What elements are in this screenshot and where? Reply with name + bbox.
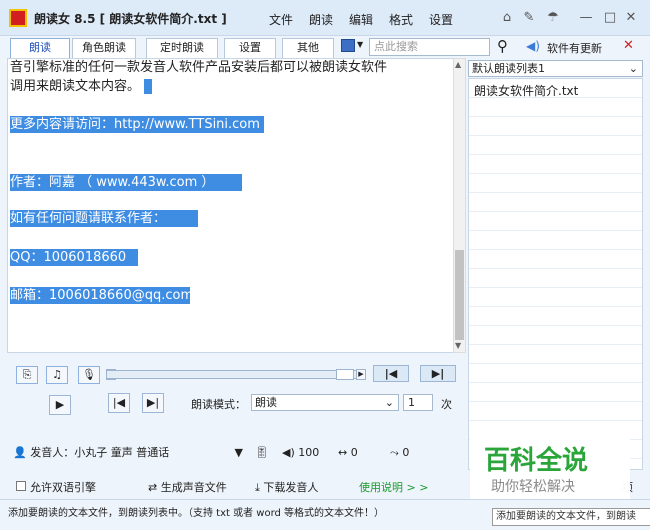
minimize-icon[interactable]: — xyxy=(576,9,596,27)
progress-bar[interactable] xyxy=(106,370,364,379)
chevron-down-icon: ⌄ xyxy=(384,396,394,409)
watermark-title: 百科全说 xyxy=(484,446,589,476)
mode-label: 朗读模式： xyxy=(191,398,246,411)
generate-sound-button[interactable]: ⇄ 生成声音文件 xyxy=(148,479,227,495)
volume-icon: ◀) xyxy=(282,446,295,459)
volume-value: 100 xyxy=(298,446,320,459)
scroll-down-icon[interactable]: ▼ xyxy=(455,341,461,350)
text-line: 更多内容请访问：http://www.TTSini.com xyxy=(10,116,264,133)
home-icon[interactable]: ⌂ xyxy=(497,9,517,27)
reading-list-value: 默认朗读列表1 xyxy=(472,62,545,75)
repeat-count-input[interactable]: 1 xyxy=(403,394,433,411)
generate-icon: ⇄ xyxy=(148,481,158,494)
text-line: QQ：1006018660 xyxy=(10,249,138,266)
screen-icon[interactable] xyxy=(341,39,355,52)
tooltip: 添加要朗读的文本文件，到朗读 xyxy=(492,508,650,526)
generate-sound-label: 生成声音文件 xyxy=(160,481,227,494)
bilingual-checkbox[interactable] xyxy=(16,481,26,491)
help-link[interactable]: 使用说明 > > xyxy=(359,479,428,495)
menu-file[interactable]: 文件 xyxy=(269,11,293,28)
text-line: 如有任何问题请联系作者： xyxy=(10,210,198,227)
reading-list xyxy=(468,78,643,470)
watermark-subtitle: 助你轻松解决 xyxy=(491,479,575,495)
search-icon[interactable]: ⚲ xyxy=(497,37,508,55)
mode-value: 朗读 xyxy=(255,396,277,409)
previous-icon[interactable]: |◀ xyxy=(373,365,409,382)
close-icon[interactable]: ✕ xyxy=(621,9,641,27)
download-icon: ⤓ xyxy=(255,481,260,494)
text-line: 邮箱：1006018660@qq.com xyxy=(10,287,194,304)
tab-role-read[interactable]: 角色朗读 xyxy=(72,38,136,58)
reading-list-select[interactable]: 默认朗读列表1 ⌄ xyxy=(468,60,643,77)
prev-sentence-icon[interactable]: |◀ xyxy=(108,393,130,413)
dropdown-arrow-icon: ▼ xyxy=(234,446,243,459)
pitch-icon: ⤳ xyxy=(390,446,399,459)
menu-settings[interactable]: 设置 xyxy=(429,11,453,28)
music-icon[interactable]: ♫ xyxy=(46,366,68,384)
speed-value: 0 xyxy=(350,446,358,459)
app-name: 朗读女 8.5 xyxy=(34,12,96,26)
menu-edit[interactable]: 编辑 xyxy=(349,11,373,28)
menu-read[interactable]: 朗读 xyxy=(309,11,333,28)
repeat-suffix: 次 xyxy=(441,398,452,411)
next-icon[interactable]: ▶| xyxy=(420,365,456,382)
status-text: 添加要朗读的文本文件，到朗读列表中。（支持 txt 或者 word 等格式的文本… xyxy=(8,508,385,519)
app-logo-icon xyxy=(9,9,27,27)
pitch-control[interactable]: ⤳ 0 xyxy=(390,444,409,462)
pitch-value: 0 xyxy=(402,446,410,459)
download-voice-button[interactable]: ⤓ 下载发音人 xyxy=(255,479,318,495)
voice-value: 发音人：小丸子 童声 普通话 xyxy=(30,446,170,459)
voice-select[interactable]: 👤 发音人：小丸子 童声 普通话 ▼ xyxy=(13,444,245,462)
download-voice-label: 下载发音人 xyxy=(263,481,319,494)
search-input[interactable]: 点此搜索 xyxy=(369,38,490,56)
scroll-up-icon[interactable]: ▲ xyxy=(455,60,461,69)
text-line: 作者：阿嘉 （ www.443w.com ） xyxy=(10,174,242,191)
app-title: 朗读女 8.5 [ 朗读女软件简介.txt ] xyxy=(34,10,227,27)
tab-settings[interactable]: 设置 xyxy=(224,38,276,58)
text-cursor xyxy=(144,79,153,94)
tab-timed-read[interactable]: 定时朗读 xyxy=(146,38,218,58)
microphone-icon[interactable]: 🎙 xyxy=(78,366,100,384)
tab-read[interactable]: 朗读 xyxy=(10,38,70,58)
scroll-thumb[interactable] xyxy=(455,250,464,340)
maximize-icon[interactable]: □ xyxy=(600,9,620,27)
tab-other[interactable]: 其他 xyxy=(282,38,334,58)
open-file-name: [ 朗读女软件简介.txt ] xyxy=(99,12,227,26)
person-icon: 👤 xyxy=(13,446,27,459)
text-editor[interactable]: 音引擎标准的任何一款发音人软件产品安装后都可以被朗读女软件 调用来朗读文本内容。… xyxy=(7,58,454,353)
play-icon[interactable]: ▶ xyxy=(49,395,71,415)
speed-icon: ↔ xyxy=(338,446,348,459)
dropdown-arrow-icon[interactable]: ▼ xyxy=(357,40,363,49)
skin-icon[interactable]: ☂ xyxy=(543,9,563,27)
mode-select[interactable]: 朗读 ⌄ xyxy=(251,394,399,411)
list-item[interactable]: 朗读女软件简介.txt xyxy=(474,82,578,99)
pin-icon[interactable]: ✎ xyxy=(519,9,539,27)
next-sentence-icon[interactable]: ▶| xyxy=(142,393,164,413)
text-line: 调用来朗读文本内容。 xyxy=(10,78,153,95)
voice-settings-icon[interactable]: 🎚 xyxy=(255,444,269,462)
speed-control[interactable]: ↔ 0 xyxy=(338,444,358,462)
progress-handle[interactable] xyxy=(336,369,354,380)
text-line: 音引擎标准的任何一款发音人软件产品安装后都可以被朗读女软件 xyxy=(10,60,388,75)
speaker-icon: ◀) xyxy=(526,39,540,53)
menu-format[interactable]: 格式 xyxy=(389,11,413,28)
bilingual-label: 允许双语引擎 xyxy=(30,481,96,494)
progress-right-icon[interactable]: ▶ xyxy=(356,369,366,380)
chevron-down-icon: ⌄ xyxy=(628,62,638,75)
add-file-icon[interactable]: ⎘ xyxy=(16,366,38,384)
update-notice[interactable]: 软件有更新 xyxy=(547,40,602,56)
close-panel-icon[interactable]: ✕ xyxy=(623,38,634,53)
volume-control[interactable]: ◀) 100 xyxy=(282,444,319,462)
